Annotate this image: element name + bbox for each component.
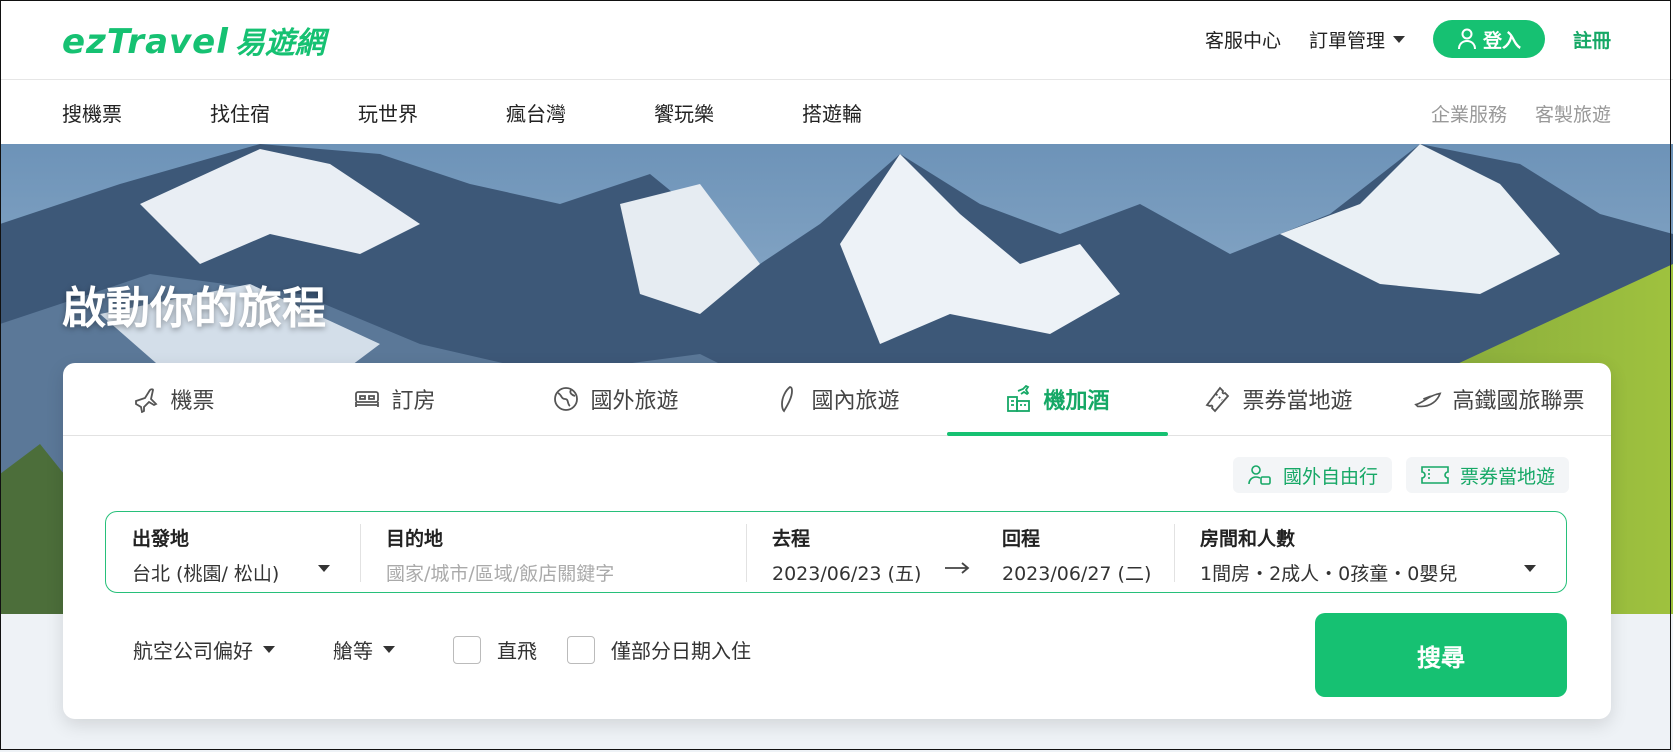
top-links: 客服中心 訂單管理 登入 註冊: [1205, 20, 1611, 58]
caret-down-icon: [263, 646, 275, 653]
depart-label: 去程: [772, 528, 811, 550]
origin-caret-down-icon[interactable]: [318, 565, 330, 572]
cabin-class-dropdown[interactable]: 艙等: [333, 635, 395, 664]
depart-date-field[interactable]: 去程 2023/06/23 (五): [772, 524, 942, 586]
airline-preference-dropdown[interactable]: 航空公司偏好: [133, 635, 275, 664]
service-center-link[interactable]: 客服中心: [1205, 26, 1281, 53]
search-button[interactable]: 搜尋: [1315, 613, 1567, 697]
nav-item-activities[interactable]: 饗玩樂: [654, 98, 802, 127]
bed-icon: [355, 391, 380, 407]
tab-label: 高鐵國旅聯票: [1452, 389, 1585, 414]
nav-item-hotels[interactable]: 找住宿: [210, 98, 358, 127]
rooms-guests-field[interactable]: 房間和人數 1間房・2成人・0孩童・0嬰兒: [1200, 524, 1520, 586]
nav-item-taiwan[interactable]: 瘋台灣: [506, 98, 654, 127]
rooms-value: 1間房・2成人・0孩童・0嬰兒: [1200, 563, 1458, 585]
destination-label: 目的地: [386, 528, 444, 550]
origin-field[interactable]: 出發地 台北 (桃園/ 松山): [132, 524, 332, 586]
tab-hotels[interactable]: 訂房: [284, 363, 505, 435]
divider: [1174, 524, 1175, 582]
ticket-icon: [1421, 466, 1449, 484]
origin-label: 出發地: [132, 528, 190, 550]
chip-label: 票券當地遊: [1459, 465, 1555, 488]
airline-preference-label: 航空公司偏好: [133, 639, 253, 663]
return-date-field[interactable]: 回程 2023/06/27 (二): [1002, 524, 1172, 586]
return-value: 2023/06/27 (二): [1002, 563, 1152, 585]
order-manage-dropdown[interactable]: 訂單管理: [1309, 26, 1405, 53]
destination-field[interactable]: 目的地 國家/城市/區域/飯店關鍵字: [386, 524, 716, 586]
depart-value: 2023/06/23 (五): [772, 563, 922, 585]
tab-label: 票券當地遊: [1242, 389, 1353, 414]
tab-label: 機票: [170, 389, 215, 414]
user-icon: [1457, 28, 1476, 50]
partial-checkin-option[interactable]: 僅部分日期入住: [567, 635, 751, 664]
order-manage-label: 訂單管理: [1308, 29, 1385, 52]
taiwan-icon: [781, 386, 794, 413]
divider: [360, 524, 361, 582]
hero-title: 啟動你的旅程: [62, 283, 326, 334]
partial-checkin-checkbox[interactable]: [567, 635, 595, 664]
airplane-icon: [135, 388, 159, 413]
nav-item-flights[interactable]: 搜機票: [62, 98, 210, 127]
nav-item-corporate[interactable]: 企業服務: [1431, 100, 1507, 127]
divider: [746, 524, 747, 582]
arrow-right-icon: [945, 562, 970, 574]
train-icon: [1414, 392, 1442, 408]
destination-input[interactable]: 國家/城市/區域/飯店關鍵字: [386, 559, 716, 586]
nav-item-world[interactable]: 玩世界: [358, 98, 506, 127]
caret-down-icon: [1392, 35, 1405, 43]
tab-label: 機加酒: [1043, 389, 1110, 414]
globe-icon: [554, 387, 579, 411]
direct-flight-checkbox[interactable]: [453, 635, 481, 664]
logo-brand: ezTravel: [62, 22, 229, 62]
site-logo[interactable]: ezTravel 易遊網: [62, 18, 325, 62]
login-button[interactable]: 登入: [1432, 20, 1545, 58]
tab-hsr-package[interactable]: 高鐵國旅聯票: [1389, 363, 1610, 435]
direct-flight-option[interactable]: 直飛: [453, 635, 537, 664]
tab-label: 訂房: [391, 389, 436, 414]
origin-value: 台北 (桃園/ 松山): [132, 563, 280, 585]
tab-label: 國外旅遊: [590, 389, 679, 414]
nav-item-custom-travel[interactable]: 客製旅遊: [1535, 100, 1611, 127]
return-label: 回程: [1002, 528, 1041, 550]
tab-overseas-tours[interactable]: 國外旅遊: [505, 363, 726, 435]
tab-label: 國內旅遊: [811, 389, 900, 414]
search-form: 出發地 台北 (桃園/ 松山) 目的地 國家/城市/區域/飯店關鍵字 去程 20…: [105, 511, 1567, 593]
logo-brand-cn: 易遊網: [234, 26, 325, 61]
tab-flights[interactable]: 機票: [63, 363, 284, 435]
chip-label: 國外自由行: [1282, 465, 1378, 488]
direct-flight-label: 直飛: [497, 639, 537, 663]
independent-travel-chip[interactable]: 國外自由行: [1232, 457, 1392, 493]
ticket-icon: [1206, 386, 1230, 413]
login-label: 登入: [1482, 29, 1521, 52]
search-card: 機票 訂房 國外旅遊 國內旅遊 機加酒 票券當地遊 高鐵國旅聯票 國外自由行 票…: [63, 363, 1611, 719]
tab-tickets[interactable]: 票券當地遊: [1168, 363, 1389, 435]
partial-checkin-label: 僅部分日期入住: [611, 639, 751, 663]
cabin-class-label: 艙等: [333, 639, 373, 663]
register-link[interactable]: 註冊: [1573, 26, 1611, 53]
nav-item-cruise[interactable]: 搭遊輪: [802, 98, 950, 127]
tickets-chip[interactable]: 票券當地遊: [1405, 457, 1569, 493]
main-nav: 搜機票 找住宿 玩世界 瘋台灣 饗玩樂 搭遊輪 企業服務 客製旅遊: [0, 80, 1673, 144]
product-tabs: 機票 訂房 國外旅遊 國內旅遊 機加酒 票券當地遊 高鐵國旅聯票: [63, 363, 1611, 436]
top-header: ezTravel 易遊網 客服中心 訂單管理 登入 註冊: [0, 0, 1673, 80]
flight-hotel-icon: [1007, 385, 1031, 412]
tab-flight-hotel[interactable]: 機加酒: [947, 363, 1168, 436]
rooms-label: 房間和人數: [1200, 528, 1296, 550]
tab-domestic-tours[interactable]: 國內旅遊: [726, 363, 947, 435]
caret-down-icon: [383, 646, 395, 653]
users-icon: [1248, 465, 1271, 485]
rooms-caret-down-icon[interactable]: [1524, 565, 1536, 572]
